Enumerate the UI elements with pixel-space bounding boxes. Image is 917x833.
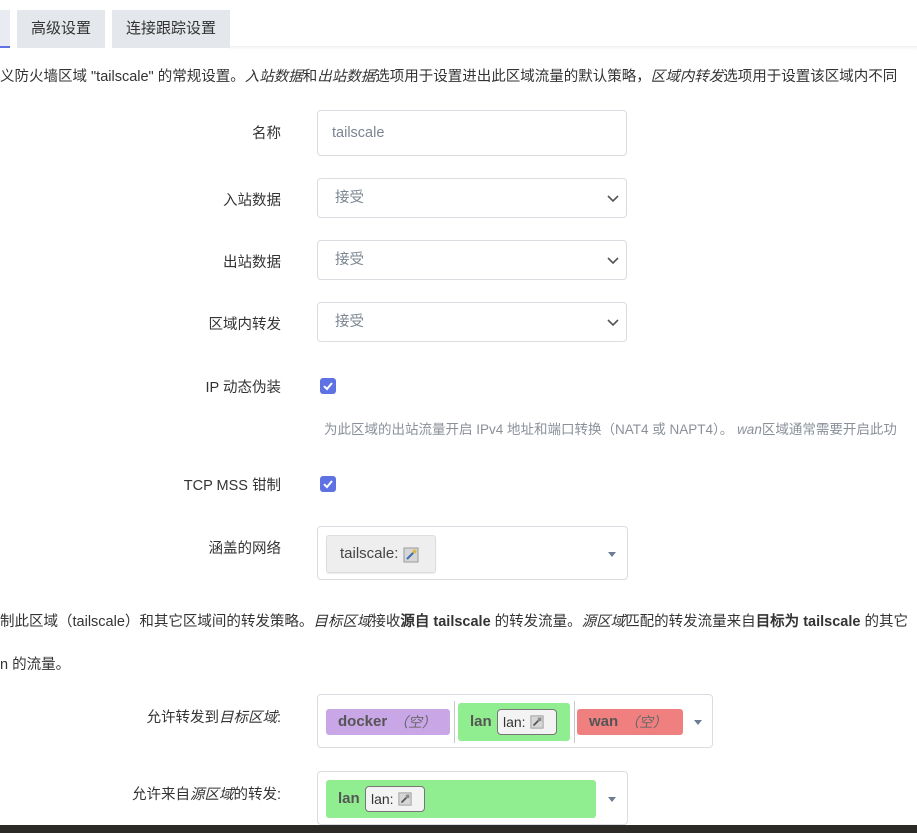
forward-policy-label: 区域内转发	[208, 317, 282, 333]
general-desc-text-1: 义防火墙区域 "tailscale" 的常规设置。	[0, 69, 245, 85]
network-chip-tailscale[interactable]: tailscale:	[326, 535, 436, 573]
general-desc-output-term: 出站数据	[317, 69, 376, 85]
forwarding-description: 制此区域（tailscale）和其它区域间的转发策略。目标区域接收源自 tail…	[0, 610, 908, 631]
fwd-desc-src-term: 源区域	[581, 614, 626, 630]
network-chip-lan-label: lan:	[503, 714, 526, 730]
zone-chip-docker-note: （空）	[394, 714, 436, 730]
fwd-desc-text-3: 的转发流量。	[490, 614, 582, 630]
network-interface-icon	[530, 715, 544, 729]
forward-dest-label-term: 目标区域	[218, 710, 277, 726]
tab-bar: 高级设置 连接跟踪设置	[0, 0, 917, 50]
output-policy-label: 出站数据	[223, 255, 281, 271]
zone-chip-lan-src[interactable]: lan lan:	[326, 780, 596, 818]
caret-down-icon	[608, 552, 616, 557]
forward-src-label-term: 源区域	[189, 787, 234, 803]
check-icon	[323, 480, 333, 489]
network-chip-label: tailscale:	[340, 545, 399, 562]
fwd-desc-dest-term: 目标区域	[313, 614, 372, 630]
output-policy-value: 接受	[335, 252, 364, 268]
zone-chip-docker-name: docker	[338, 713, 388, 730]
masquerading-hint: 为此区域的出站流量开启 IPv4 地址和端口转换（NAT4 或 NAPT4）。 …	[324, 418, 897, 438]
tab-divider	[230, 46, 917, 50]
zone-chip-lan[interactable]: lan lan:	[458, 703, 570, 741]
network-interface-icon	[398, 792, 412, 806]
bottom-edge	[0, 825, 917, 833]
forward-dest-label-text: 允许转发到	[146, 710, 219, 726]
zone-chip-wan-name: wan	[589, 713, 619, 730]
fwd-desc-text-4: 匹配的转发流量来自	[625, 614, 756, 630]
fwd-desc-bold-1: 源自 tailscale	[400, 614, 491, 630]
network-chip-lan: lan:	[497, 709, 557, 735]
forward-dest-label: 允许转发到目标区域:	[146, 706, 281, 727]
forward-src-label-text: 允许来自	[131, 787, 190, 803]
output-policy-select[interactable]: 接受	[317, 240, 627, 280]
mss-clamping-label: TCP MSS 钳制	[183, 478, 281, 494]
caret-down-icon	[608, 797, 616, 802]
zone-chip-lan-name: lan	[470, 713, 492, 730]
covered-networks-label: 涵盖的网络	[208, 541, 282, 557]
network-chip-lan-src: lan:	[365, 786, 425, 812]
fwd-desc-text-2: 接收	[371, 614, 401, 630]
tab-advanced-settings[interactable]: 高级设置	[17, 10, 105, 48]
input-policy-value: 接受	[335, 190, 364, 206]
masquerading-label: IP 动态伪装	[205, 380, 281, 396]
forward-src-label: 允许来自源区域的转发:	[132, 783, 281, 804]
zone-chip-lan-src-name: lan	[338, 790, 360, 807]
caret-down-icon	[694, 720, 702, 725]
network-interface-icon	[403, 547, 419, 563]
check-icon	[323, 382, 333, 391]
forward-dest-zones-dropdown[interactable]: docker （空） lan lan: wan （空）	[317, 694, 713, 748]
forward-policy-value: 接受	[335, 314, 364, 330]
forward-policy-select[interactable]: 接受	[317, 302, 627, 342]
masquerading-hint-wan: wan	[737, 422, 762, 437]
input-policy-select[interactable]: 接受	[317, 178, 627, 218]
chevron-down-icon	[607, 257, 619, 265]
zone-chip-wan[interactable]: wan （空）	[577, 709, 683, 735]
covered-networks-dropdown[interactable]: tailscale:	[317, 526, 628, 580]
masquerading-hint-text: 为此区域的出站流量开启 IPv4 地址和端口转换（NAT4 或 NAPT4）。	[324, 422, 734, 437]
chip-divider	[574, 701, 575, 743]
input-policy-label: 入站数据	[223, 193, 281, 209]
chip-divider	[454, 701, 455, 743]
network-chip-lan-src-label: lan:	[371, 791, 394, 807]
general-desc-input-term: 入站数据	[244, 69, 303, 85]
tab-general-active[interactable]	[0, 10, 10, 48]
fwd-desc-text-1: 制此区域（tailscale）和其它区域间的转发策略。	[0, 614, 314, 630]
fwd-desc-text-5: 的其它	[860, 614, 908, 630]
forward-src-zones-dropdown[interactable]: lan lan:	[317, 771, 628, 825]
zone-chip-docker[interactable]: docker （空）	[326, 709, 450, 735]
masquerading-checkbox[interactable]	[320, 378, 336, 394]
tab-conntrack-settings[interactable]: 连接跟踪设置	[112, 10, 230, 48]
forward-dest-label-colon: :	[276, 710, 281, 726]
masquerading-hint-text-2: 区域通常需要开启此功	[761, 422, 897, 437]
name-input[interactable]: tailscale	[317, 110, 627, 156]
zone-chip-wan-note: （空）	[625, 714, 667, 730]
name-label: 名称	[252, 126, 281, 142]
chevron-down-icon	[607, 195, 619, 203]
mss-clamping-checkbox[interactable]	[320, 476, 336, 492]
forwarding-description-2: n 的流量。	[0, 657, 71, 673]
general-description: 义防火墙区域 "tailscale" 的常规设置。入站数据和出站数据选项用于设置…	[0, 65, 897, 86]
general-desc-forward-term: 区域内转发	[650, 69, 724, 85]
chevron-down-icon	[607, 319, 619, 327]
general-desc-text-3: 选项用于设置进出此区域流量的默认策略，	[375, 69, 651, 85]
fwd-desc-bold-2: 目标为 tailscale	[755, 614, 861, 630]
general-desc-text-4: 选项用于设置该区域内不同	[723, 69, 898, 85]
general-desc-text-2: 和	[302, 69, 318, 85]
forward-src-label-suffix: 的转发:	[233, 787, 281, 803]
